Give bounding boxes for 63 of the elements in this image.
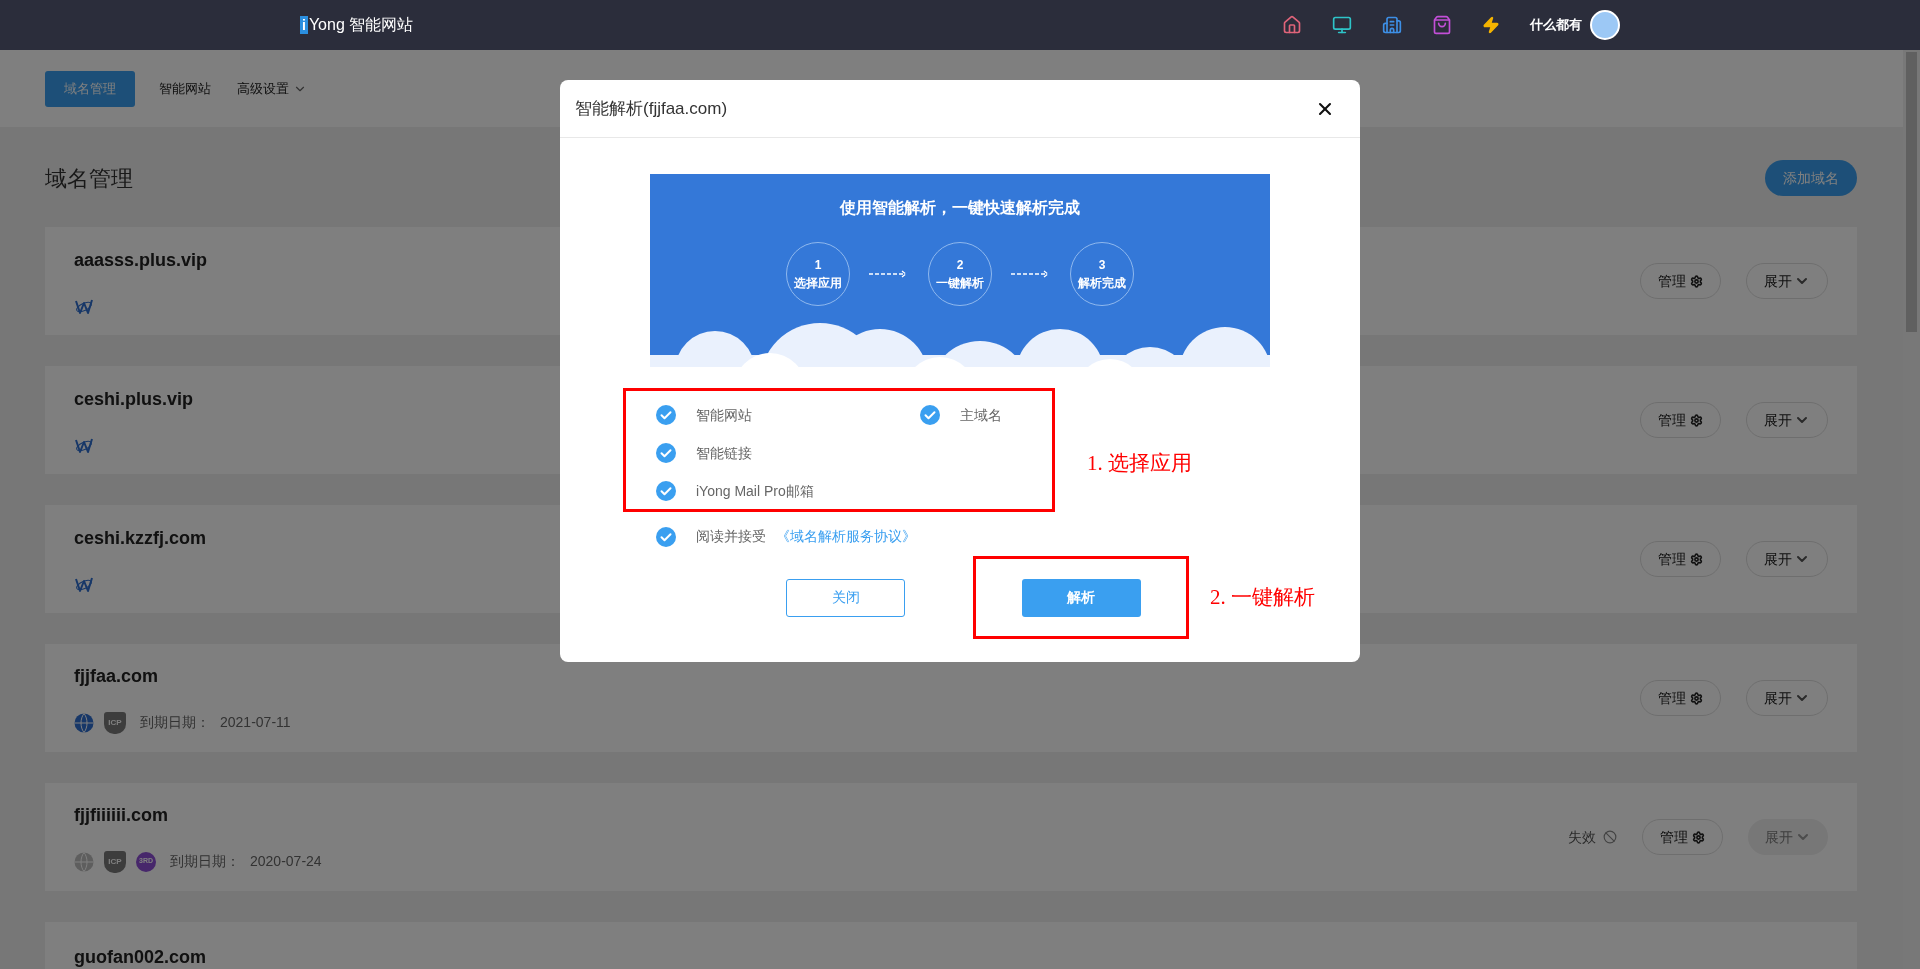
option-label: iYong Mail Pro邮箱: [696, 481, 814, 501]
annotation-label: 1. 选择应用: [1087, 450, 1192, 478]
avatar[interactable]: [1590, 10, 1620, 40]
checkbox-checked[interactable]: [920, 405, 940, 425]
expiry-label: 到期日期：: [170, 852, 240, 871]
expand-button[interactable]: 展开: [1746, 263, 1828, 299]
banner-headline: 使用智能解析，一键快速解析完成: [840, 198, 1080, 218]
settings-icon: [1690, 274, 1703, 288]
domain-name: ceshi.kzzfj.com: [74, 526, 207, 550]
settings-icon: [1690, 691, 1703, 705]
option-label: 智能链接: [696, 443, 752, 463]
settings-icon: [1692, 830, 1705, 844]
step-label: 选择应用: [794, 275, 842, 292]
icp-shield-icon: ICP: [104, 850, 126, 873]
step-label: 解析完成: [1078, 275, 1126, 292]
annotation-label: 2. 一键解析: [1210, 583, 1315, 611]
domain-name: fjjfaa.com: [74, 664, 160, 688]
domain-name: guofan002.com: [74, 946, 207, 969]
page-title: 域名管理: [45, 164, 133, 193]
domain-name: aaasss.plus.vip: [74, 248, 208, 272]
building-icon[interactable]: [1382, 15, 1402, 35]
monitor-icon[interactable]: [1332, 15, 1352, 35]
nav-tab[interactable]: 智能网站: [157, 70, 213, 107]
domain-name: fjjfiiiiii.com: [74, 803, 169, 827]
agreement-link[interactable]: 《域名解析服务协议》: [776, 528, 916, 544]
shopping-bag-icon[interactable]: [1432, 15, 1452, 35]
parse-button[interactable]: 解析: [1021, 578, 1141, 617]
step-number: 2: [956, 257, 964, 274]
manage-button[interactable]: 管理: [1640, 680, 1721, 716]
status-text: 失效: [1568, 827, 1596, 847]
user-name[interactable]: 什么都有: [1530, 15, 1582, 35]
icp-shield-icon: ICP: [104, 711, 126, 734]
step-number: 3: [1098, 257, 1106, 274]
logo-mark: i: [300, 16, 308, 34]
manage-button[interactable]: 管理: [1640, 402, 1721, 438]
lightning-icon[interactable]: [1482, 16, 1500, 34]
domain-name: ceshi.plus.vip: [74, 387, 194, 411]
option-label: 主域名: [960, 405, 1002, 425]
expiry-date: 2021-07-11: [220, 713, 291, 732]
settings-icon: [1690, 552, 1703, 566]
settings-icon: [1690, 413, 1703, 427]
agreement-text: 阅读并接受 《域名解析服务协议》: [696, 527, 916, 546]
dialog-title: 智能解析(fjjfaa.com): [575, 97, 728, 120]
manage-button[interactable]: 管理: [1640, 541, 1721, 577]
expand-button[interactable]: 展开: [1746, 680, 1828, 716]
logo-text: Yong 智能网站: [308, 15, 414, 35]
home-icon[interactable]: [1282, 15, 1302, 35]
checkbox-checked[interactable]: [656, 405, 676, 425]
close-button[interactable]: 关闭: [786, 578, 905, 617]
manage-button[interactable]: 管理: [1640, 263, 1721, 299]
option-label: 智能网站: [696, 405, 752, 425]
step-number: 1: [814, 257, 822, 274]
manage-button[interactable]: 管理: [1642, 819, 1723, 855]
checkbox-checked[interactable]: [656, 526, 676, 547]
nav-tab[interactable]: 高级设置: [235, 70, 309, 107]
expiry-date: 2020-07-24: [250, 852, 322, 871]
checkbox-checked[interactable]: [656, 443, 676, 463]
expiry-label: 到期日期：: [140, 713, 210, 732]
checkbox-checked[interactable]: [656, 481, 676, 501]
disabled-icon: [1603, 830, 1617, 844]
step-label: 一键解析: [936, 275, 984, 292]
expand-button[interactable]: 展开: [1746, 541, 1828, 577]
expand-button[interactable]: 展开: [1746, 402, 1828, 438]
